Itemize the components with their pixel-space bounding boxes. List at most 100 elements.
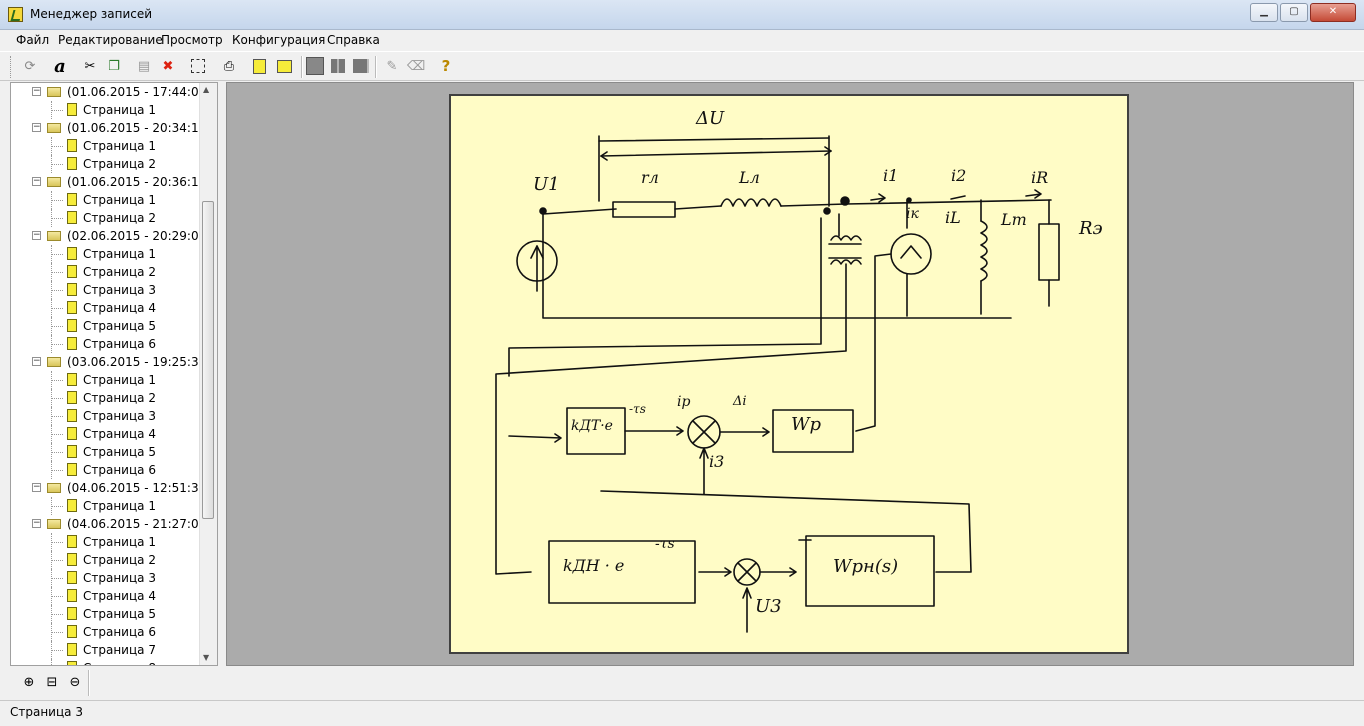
page-icon — [67, 625, 77, 638]
status-bar: Страница 3 — [0, 700, 1364, 726]
zoom-out-icon[interactable]: ⊖ — [66, 674, 84, 692]
page-icon — [67, 427, 77, 440]
page-label: Страница 6 — [83, 337, 156, 351]
cut-icon[interactable]: ✂ — [81, 57, 99, 75]
view-single-icon[interactable] — [306, 57, 324, 75]
sketch-label-L: Lл — [739, 168, 760, 187]
collapse-icon[interactable]: − — [32, 519, 41, 528]
sketch-label-i3: i3 — [709, 452, 725, 471]
paste-icon[interactable]: ▤ — [135, 57, 153, 75]
menu-file[interactable]: Файл — [16, 33, 49, 47]
page-icon — [67, 409, 77, 422]
sketch-label-R: Rэ — [1079, 218, 1103, 239]
sketch-label-U1: U1 — [533, 174, 560, 195]
sketch-label-Wp: Wр — [791, 414, 822, 435]
sketch-label-ik: iк — [906, 206, 919, 222]
folder-icon — [47, 123, 61, 133]
record-label: (01.06.2015 - 17:44:06) (1) — [67, 85, 217, 99]
collapse-icon[interactable]: − — [32, 123, 41, 132]
page-icon — [67, 265, 77, 278]
page-label: Страница 5 — [83, 319, 156, 333]
page-label: Страница 3 — [83, 571, 156, 585]
page-label: Страница 1 — [83, 247, 156, 261]
collapse-icon[interactable]: − — [32, 483, 41, 492]
select-icon[interactable] — [189, 57, 207, 75]
sketch-label-ip: iр — [677, 394, 691, 410]
collapse-icon[interactable]: − — [32, 177, 41, 186]
page-icon — [67, 643, 77, 656]
scroll-down-icon[interactable]: ▼ — [203, 653, 209, 662]
zoom-toolbar: ⊕ ⊟ ⊖ — [10, 668, 1354, 698]
tree-scrollbar[interactable]: ▲ ▼ — [199, 83, 217, 665]
page-icon — [67, 283, 77, 296]
page-label: Страница 8 — [83, 659, 156, 665]
menu-view[interactable]: Просмотр — [161, 33, 223, 47]
edit-page-icon[interactable] — [275, 57, 293, 75]
zoom-fit-icon[interactable]: ⊟ — [43, 674, 61, 692]
page-label: Страница 1 — [83, 193, 156, 207]
app-icon — [8, 7, 23, 22]
page-icon — [67, 301, 77, 314]
menu-config[interactable]: Конфигурация — [232, 33, 325, 47]
status-text: Страница 3 — [10, 705, 83, 719]
sketch-label-exp2: -τs — [655, 536, 675, 552]
print-icon[interactable]: ⎙ — [220, 57, 238, 75]
sketch-label-Lt: Lт — [1001, 210, 1027, 229]
page-label: Страница 6 — [83, 463, 156, 477]
page-icon — [67, 661, 77, 665]
page-label: Страница 2 — [83, 265, 156, 279]
page-label: Страница 2 — [83, 553, 156, 567]
eraser-icon[interactable]: ⌫ — [407, 57, 425, 75]
zoom-in-icon[interactable]: ⊕ — [20, 674, 38, 692]
page-icon — [67, 373, 77, 386]
record-label: (01.06.2015 - 20:34:11) (2) — [67, 121, 217, 135]
collapse-icon[interactable]: − — [32, 231, 41, 240]
pen-icon[interactable]: ✎ — [383, 57, 401, 75]
folder-icon — [47, 483, 61, 493]
page-label: Страница 1 — [83, 373, 156, 387]
help-icon[interactable]: ? — [437, 57, 455, 75]
sketch-label-iL: iL — [945, 208, 961, 227]
window-title: Менеджер записей — [30, 7, 153, 21]
record-label: (04.06.2015 - 12:51:35) (1) — [67, 481, 217, 495]
page-label: Страница 1 — [83, 499, 156, 513]
page-icon — [67, 589, 77, 602]
font-icon[interactable]: a — [51, 56, 69, 77]
page-label: Страница 4 — [83, 427, 156, 441]
collapse-icon[interactable]: − — [32, 357, 41, 366]
refresh-icon[interactable]: ⟳ — [21, 57, 39, 75]
page-icon — [67, 139, 77, 152]
view-grid-icon[interactable] — [329, 57, 347, 75]
page-label: Страница 1 — [83, 535, 156, 549]
view-page-icon[interactable] — [352, 57, 370, 75]
page-label: Страница 7 — [83, 643, 156, 657]
sketch-label-di: Δi — [733, 394, 747, 409]
maximize-button[interactable]: ▢ — [1280, 3, 1308, 22]
sketch-label-iR: iR — [1031, 168, 1049, 187]
scroll-up-icon[interactable]: ▲ — [203, 85, 209, 94]
title-bar: Менеджер записей ▁ ▢ ✕ — [0, 0, 1364, 30]
page-icon — [67, 193, 77, 206]
copy-icon[interactable]: ❐ — [105, 57, 123, 75]
page-icon — [67, 571, 77, 584]
menu-edit[interactable]: Редактирование — [58, 33, 163, 47]
note-page[interactable]: ΔU U1 rл Lл i1 i2 iR iк iL Lт Rэ kДТ·e -τs iр Δi Wр i3 kД… — [449, 94, 1129, 654]
page-icon — [67, 211, 77, 224]
new-page-icon[interactable] — [250, 57, 268, 75]
close-button[interactable]: ✕ — [1310, 3, 1356, 22]
page-label: Страница 2 — [83, 391, 156, 405]
record-label: (01.06.2015 - 20:36:19) (2) — [67, 175, 217, 189]
page-icon — [67, 499, 77, 512]
page-icon — [67, 607, 77, 620]
collapse-icon[interactable]: − — [32, 87, 41, 96]
menu-help[interactable]: Справка — [327, 33, 380, 47]
page-label: Страница 1 — [83, 103, 156, 117]
sketch-label-r: rл — [641, 168, 659, 187]
delete-icon[interactable]: ✖ — [159, 57, 177, 75]
sketch-label-U3: U3 — [755, 596, 782, 617]
scroll-thumb[interactable] — [202, 201, 214, 519]
page-icon — [67, 157, 77, 170]
minimize-button[interactable]: ▁ — [1250, 3, 1278, 22]
page-icon — [67, 445, 77, 458]
page-icon — [67, 319, 77, 332]
